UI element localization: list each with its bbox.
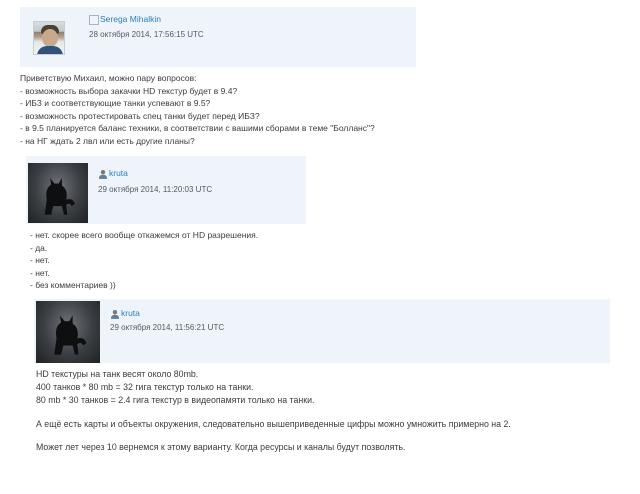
user-icon	[99, 170, 107, 179]
post-timestamp: 28 октября 2014, 17:56:15 UTC	[89, 30, 204, 39]
post-line: - возможность выбора закачки HD текстур …	[20, 85, 238, 96]
author-name[interactable]: kruta	[121, 308, 140, 318]
post-line: Приветствую Михаил, можно пару вопросов:	[20, 73, 197, 83]
post-body: - нет. скорее всего вообще откажемся от …	[30, 229, 258, 292]
post-line: 400 танков * 80 mb = 32 гига текстур тол…	[36, 382, 254, 393]
user-icon	[89, 15, 99, 25]
black-cat-avatar[interactable]	[36, 301, 100, 363]
post-paragraph: А ещё есть карты и объекты окружения, сл…	[36, 418, 511, 429]
post-line: - ИБЗ и соответствующие танки успевают в…	[20, 98, 211, 108]
post-line: - нет. скорее всего вообще откажемся от …	[30, 230, 259, 240]
post-body: HD текстуры на танк весят около 80mb. 40…	[36, 368, 511, 454]
post-line: - нет.	[30, 255, 50, 265]
post-timestamp: 29 октября 2014, 11:56:21 UTC	[110, 323, 225, 332]
post-header	[20, 7, 416, 67]
post-line: - да.	[30, 242, 48, 253]
cat-icon	[45, 178, 76, 215]
post-line: HD текстуры на танк весят около 80mb.	[36, 369, 199, 379]
post-line: - без комментариев ))	[30, 280, 116, 290]
post-line: - в 9.5 планируется баланс техники, в со…	[20, 123, 375, 133]
post-paragraph: Может лет через 10 вернемся к этому вари…	[36, 441, 406, 452]
author-name[interactable]: Serega Mihalkin	[100, 14, 161, 24]
post-line: 80 mb * 30 танков = 2.4 гига текстур в в…	[36, 395, 315, 406]
black-cat-avatar[interactable]	[28, 163, 88, 223]
cat-icon	[54, 315, 87, 356]
user-icon	[111, 310, 119, 319]
post-line: - на НГ ждать 2 лвл или есть другие план…	[20, 135, 195, 146]
avatar[interactable]	[33, 21, 65, 55]
author-name[interactable]: kruta	[109, 168, 128, 178]
post-timestamp: 29 октября 2014, 11:20:03 UTC	[98, 185, 213, 194]
post-body: Приветствую Михаил, можно пару вопросов:…	[20, 72, 375, 147]
post-line: - возможность протестировать спец танки …	[20, 110, 260, 121]
post-line: - нет.	[30, 267, 50, 278]
